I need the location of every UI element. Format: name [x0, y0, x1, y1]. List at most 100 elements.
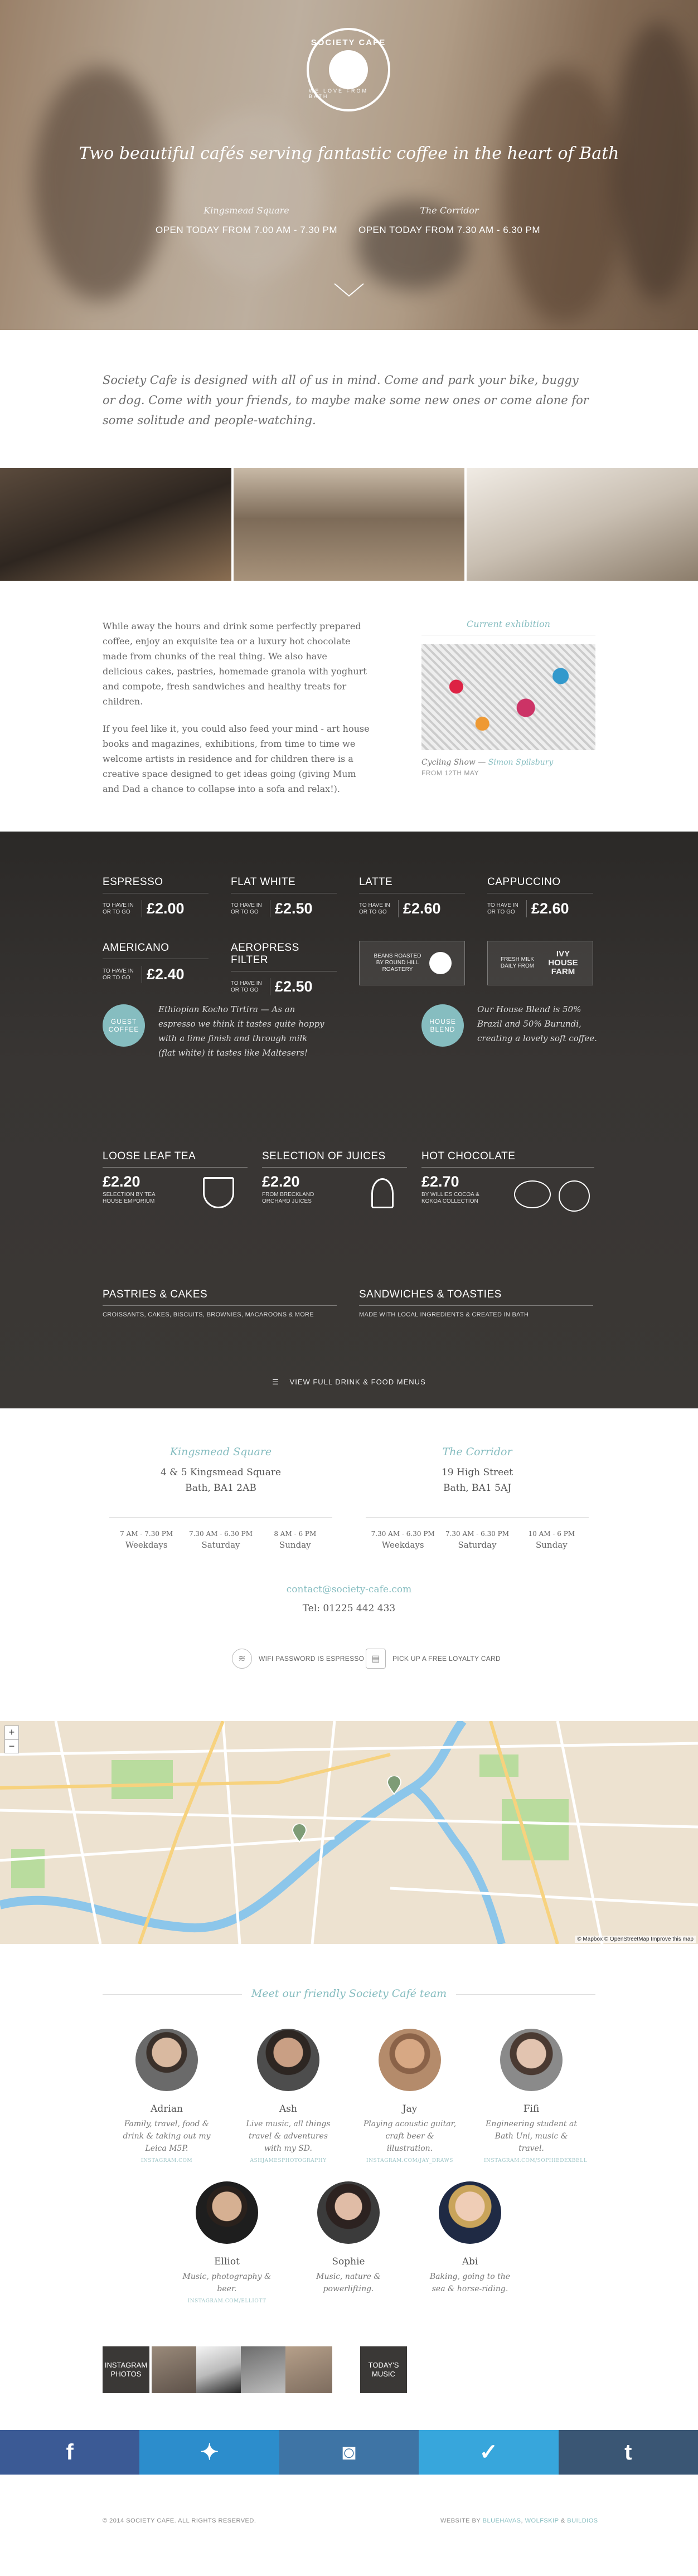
avatar [379, 2029, 441, 2091]
about-paragraph: While away the hours and drink some perf… [103, 621, 367, 707]
menu-item-note: TO HAVE IN OR TO GO [359, 902, 390, 915]
location-name: Kingsmead Square [203, 205, 289, 216]
house-blend-description: Our House Blend is 50% Brazil and 50% Bu… [477, 1004, 597, 1043]
menu-section: ESPRESSO TO HAVE IN OR TO GO £2.00 FLAT W… [0, 832, 698, 1408]
wifi-icon: ≋ [232, 1649, 252, 1669]
facebook-icon[interactable]: f [0, 2430, 140, 2475]
address-line: Bath, BA1 5AJ [443, 1483, 512, 1494]
menu-item-note: TO HAVE IN OR TO GO [103, 902, 134, 915]
member-instagram-link[interactable]: INSTAGRAM.COM/SOPHIEDEXBELL [484, 2158, 587, 2164]
footer-studio-link[interactable]: BUILDIOS [567, 2517, 598, 2524]
instagram-icon[interactable]: ◙ [279, 2430, 419, 2475]
hours-day: Weekdays [381, 1540, 424, 1550]
menu-item-price: £2.50 [270, 978, 313, 995]
member-name: Jay [402, 2103, 418, 2115]
hours-day: Sunday [279, 1540, 311, 1550]
opening-hours-kingsmead: 7 AM - 7.30 PM Weekdays 7.30 AM - 6.30 PM… [109, 1517, 332, 1550]
opening-hours-corridor: 7.30 AM - 6.30 PM Weekdays 7.30 AM - 6.30… [366, 1517, 589, 1550]
location-map[interactable]: + − © Mapbox © OpenStreetMap Improve thi… [0, 1721, 698, 1944]
menu-list-icon: ☰ [272, 1378, 279, 1386]
logo-top-text: SOCIETY CAFE [311, 38, 386, 47]
hours-day: Weekdays [125, 1540, 168, 1550]
menu-item-name: PASTRIES & CAKES [103, 1289, 337, 1306]
hours-day: Sunday [536, 1540, 568, 1550]
loyalty-card-icon: ▤ [366, 1649, 386, 1669]
menu-item-cappuccino: CAPPUCCINO TO HAVE IN OR TO GO £2.60 [487, 876, 593, 917]
member-instagram-link[interactable]: INSTAGRAM.COM/ELLIOTT [180, 2298, 274, 2304]
hours-entry: 7.30 AM - 6.30 PM Saturday [183, 1530, 258, 1550]
kokoa-collection-logo [559, 1180, 590, 1212]
foursquare-icon[interactable]: ✓ [419, 2430, 559, 2475]
menu-item-note: TO HAVE IN OR TO GO [487, 902, 518, 915]
cafe-name: Kingsmead Square [169, 1446, 272, 1458]
member-instagram-link[interactable]: ASHJAMESPHOTOGRAPHY [241, 2158, 336, 2164]
cafe-photo [0, 468, 231, 581]
footer-studio-link[interactable]: BLUEHAVAS [483, 2517, 521, 2524]
instagram-photo[interactable] [196, 2346, 243, 2393]
member-description: Music, nature & powerlifting. [316, 2272, 381, 2293]
chevron-down-icon[interactable] [332, 281, 366, 298]
team-member: Fifi Engineering student at Bath Uni, mu… [484, 2029, 587, 2164]
member-description: Live music, all things travel & adventur… [246, 2120, 331, 2153]
menu-item-description: CROISSANTS, CAKES, BISCUITS, BROWNIES, M… [103, 1311, 314, 1318]
social-bar: f ✦ ◙ ✓ t [0, 2430, 698, 2475]
team-member: Abi Baking, going to the sea & horse-rid… [423, 2181, 517, 2298]
hours-entry: 7.30 AM - 6.30 PM Weekdays [366, 1530, 440, 1550]
menu-item-name: LOOSE LEAF TEA [103, 1150, 248, 1168]
exhibition-heading: Current exhibition [421, 619, 595, 635]
location-hours: OPEN TODAY FROM 7.30 AM - 6.30 PM [358, 225, 541, 235]
wifi-info: ≋ WIFI PASSWORD IS ESPRESSO [232, 1649, 364, 1669]
exhibition-artist-link[interactable]: Simon Spilsbury [488, 758, 554, 767]
exhibition-artwork[interactable] [421, 644, 595, 750]
footer-studio-link[interactable]: WOLFSKIP [525, 2517, 559, 2524]
menu-item-note: TO HAVE IN OR TO GO [231, 980, 262, 993]
hours-time: 7.30 AM - 6.30 PM [371, 1530, 435, 1538]
hours-time: 7 AM - 7.30 PM [120, 1530, 173, 1538]
society-cafe-logo[interactable]: SOCIETY CAFE WE LOVE FROM BATH [307, 28, 390, 111]
location-hours: OPEN TODAY FROM 7.00 AM - 7.30 PM [155, 225, 338, 235]
intro-text: Society Cafe is designed with all of us … [103, 373, 589, 427]
menu-item-name: AMERICANO [103, 942, 209, 959]
hours-entry: 7.30 AM - 6.30 PM Saturday [440, 1530, 514, 1550]
hours-entry: 10 AM - 6 PM Sunday [515, 1530, 589, 1550]
ivy-house-farm-logo: IVY HOUSE FARM [548, 949, 578, 976]
member-description: Music, photography & beer. [182, 2272, 272, 2293]
zoom-in-button[interactable]: + [5, 1726, 18, 1739]
tree-icon [371, 1178, 394, 1208]
photo-strip [0, 468, 698, 581]
map-attribution[interactable]: © Mapbox © OpenStreetMap Improve this ma… [575, 1936, 696, 1943]
hero-location-corridor: The Corridor OPEN TODAY FROM 7.30 AM - 6… [349, 205, 550, 236]
avatar [135, 2029, 198, 2091]
tumblr-icon[interactable]: t [558, 2430, 698, 2475]
hours-time: 8 AM - 6 PM [274, 1530, 317, 1538]
zoom-out-button[interactable]: − [5, 1739, 18, 1753]
map-zoom-control: + − [4, 1726, 19, 1753]
footer-credits: WEBSITE BY BLUEHAVAS, WOLFSKIP & BUILDIO… [440, 2517, 598, 2524]
full-menu-link[interactable]: ☰ VIEW FULL DRINK & FOOD MENUS [0, 1378, 698, 1387]
loyalty-text: PICK UP A FREE LOYALTY CARD [392, 1655, 501, 1663]
member-name: Sophie [332, 2256, 365, 2267]
instagram-photo[interactable] [152, 2346, 198, 2393]
twitter-icon[interactable]: ✦ [139, 2430, 279, 2475]
member-description: Engineering student at Bath Uni, music &… [485, 2120, 577, 2153]
hero-tagline: Two beautiful cafés serving fantastic co… [79, 144, 619, 163]
instagram-photo[interactable] [285, 2346, 332, 2393]
instagram-photo[interactable] [241, 2346, 288, 2393]
team-member: Elliot Music, photography & beer. INSTAG… [180, 2181, 274, 2304]
menu-item-pastries: PASTRIES & CAKES CROISSANTS, CAKES, BISC… [103, 1289, 337, 1318]
menu-item-price: £2.60 [398, 900, 441, 917]
todays-music-link[interactable]: TODAY'S MUSIC [360, 2346, 407, 2393]
member-instagram-link[interactable]: INSTAGRAM.COM [119, 2158, 214, 2164]
map-marker-kingsmead[interactable] [292, 1824, 307, 1843]
hours-time: 7.30 AM - 6.30 PM [445, 1530, 510, 1538]
instagram-photos-label[interactable]: INSTAGRAM PHOTOS [103, 2346, 149, 2393]
menu-item-hot-chocolate: HOT CHOCOLATE £2.70 BY WILLIES COCOA & K… [421, 1150, 594, 1212]
menu-item-sandwiches: SANDWICHES & TOASTIES MADE WITH LOCAL IN… [359, 1289, 593, 1318]
contact-email-link[interactable]: contact@society-cafe.com [0, 1584, 698, 1595]
map-marker-corridor[interactable] [387, 1776, 401, 1795]
menu-item-flat-white: FLAT WHITE TO HAVE IN OR TO GO £2.50 [231, 876, 337, 917]
menu-item-price: £2.60 [526, 900, 569, 917]
address-corridor: The Corridor 19 High Street Bath, BA1 5A… [377, 1446, 578, 1496]
member-instagram-link[interactable]: INSTAGRAM.COM/JAY_DRAWS [362, 2158, 457, 2164]
beans-roaster-text: BEANS ROASTED BY ROUND HILL ROASTERY [374, 953, 421, 973]
